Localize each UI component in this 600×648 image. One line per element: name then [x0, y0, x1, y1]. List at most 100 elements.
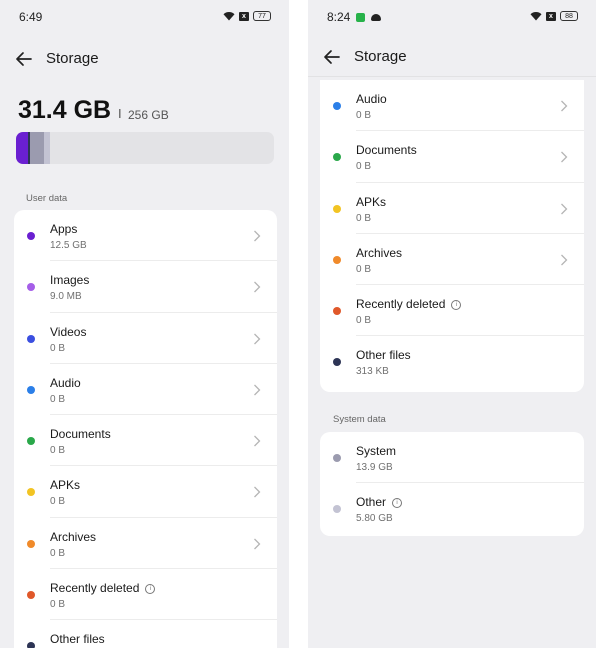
item-label: Recently deleted i [356, 297, 462, 312]
list-item[interactable]: Documents 0 B [320, 131, 584, 183]
status-icons: x 88 [530, 11, 578, 21]
item-label: Recently deleted i [50, 581, 156, 595]
chevron-right-icon [561, 203, 568, 215]
item-label-text: Archives [50, 529, 97, 544]
category-color-dot [333, 454, 341, 462]
page-title: Storage [46, 50, 99, 67]
item-size: 9.0 MB [50, 291, 82, 303]
item-label-text: Images [50, 273, 90, 288]
back-arrow-icon[interactable] [14, 47, 34, 71]
category-color-dot [27, 232, 35, 240]
info-icon[interactable]: i [451, 300, 462, 311]
category-color-dot [333, 153, 341, 162]
header-divider [308, 76, 596, 77]
item-label-text: Other files [356, 348, 411, 363]
status-bar: 6:49 x 77 [0, 10, 289, 26]
chevron-right-icon [561, 151, 568, 163]
item-size: 0 B [50, 547, 66, 559]
info-icon[interactable]: i [145, 583, 156, 594]
battery-icon: 77 [253, 11, 271, 21]
chevron-right-icon [561, 100, 568, 112]
item-label-text: Recently deleted [356, 297, 446, 312]
left-screen: 6:49 x 77 Storage 31.4 GB I 256 GB User … [0, 0, 289, 648]
item-size: 0 B [50, 599, 66, 611]
list-item[interactable]: Documents 0 B [14, 415, 277, 467]
item-label: Images [50, 273, 89, 287]
x-box-icon: x [546, 11, 556, 21]
x-box-icon: x [239, 11, 249, 21]
system-data-card: System 13.9 GB Other i 5.80 GB [320, 432, 584, 536]
item-label: Documents [356, 143, 417, 157]
page-title: Storage [354, 48, 407, 65]
item-label: Other files [50, 632, 105, 646]
chevron-right-icon [254, 435, 261, 447]
list-item[interactable]: Videos 0 B [14, 313, 277, 364]
category-color-dot [333, 102, 341, 110]
category-color-dot [333, 255, 341, 264]
item-label-text: System [356, 444, 397, 458]
usage-segment-apps [16, 132, 28, 164]
list-item[interactable]: System 13.9 GB [320, 432, 584, 484]
chevron-right-icon [254, 281, 261, 293]
category-color-dot [27, 437, 35, 446]
item-size: 0 B [356, 212, 372, 224]
storage-separator: I [118, 106, 122, 121]
status-time: 6:49 [19, 10, 43, 24]
usage-segment-system [30, 132, 44, 164]
status-icons: x 77 [223, 11, 271, 21]
list-item[interactable]: Apps 12.5 GB [14, 210, 277, 262]
category-color-dot [27, 539, 35, 548]
list-item[interactable]: Other files [14, 620, 277, 648]
usage-segment-other [44, 132, 50, 164]
item-label-text: Documents [50, 427, 111, 442]
chevron-right-icon [254, 333, 261, 345]
item-size: 0 B [356, 263, 372, 275]
item-label-text: APKs [356, 194, 387, 209]
item-label: Videos [50, 325, 86, 339]
list-item[interactable]: APKs 0 B [14, 466, 277, 518]
item-label: System [356, 444, 396, 458]
app-header: Storage [0, 47, 289, 71]
info-icon[interactable]: i [392, 498, 403, 509]
user-data-card: Audio 0 B Documents 0 B APKs 0 B Archives 0 B Re… [320, 80, 584, 392]
category-color-dot [27, 642, 35, 648]
item-size: 13.9 GB [356, 462, 393, 473]
list-item[interactable]: Audio 0 B [320, 80, 584, 132]
item-size: 0 B [356, 110, 372, 121]
list-item[interactable]: Recently deleted i 0 B [14, 569, 277, 621]
list-item[interactable]: APKs 0 B [320, 183, 584, 234]
category-color-dot [27, 488, 35, 497]
list-item[interactable]: Other i 5.80 GB [320, 483, 584, 534]
category-color-dot [27, 283, 35, 292]
category-color-dot [333, 307, 341, 316]
item-label: Apps [50, 222, 77, 236]
chevron-right-icon [254, 384, 261, 396]
item-label-text: Videos [50, 324, 87, 339]
item-label-text: APKs [50, 478, 81, 493]
back-arrow-icon[interactable] [322, 45, 342, 69]
item-size: 0 B [50, 445, 66, 457]
item-size: 0 B [356, 161, 372, 173]
list-item[interactable]: Audio 0 B [14, 364, 277, 416]
list-item[interactable]: Other files 313 KB [320, 336, 584, 387]
status-time: 8:24 [327, 10, 351, 24]
right-screen: 8:24 x 88 Storage Audio 0 B Documents 0 B AP… [308, 0, 596, 648]
chevron-right-icon [254, 230, 261, 242]
category-color-dot [333, 505, 341, 514]
item-label-text: Audio [50, 375, 81, 390]
item-size: 0 B [356, 315, 372, 327]
item-size: 0 B [50, 496, 66, 508]
list-item[interactable]: Recently deleted i 0 B [320, 285, 584, 337]
cloud-icon [371, 14, 382, 22]
list-item[interactable]: Archives 0 B [14, 518, 277, 570]
item-label: Other files [356, 348, 411, 362]
item-label-text: Documents [356, 143, 417, 158]
list-item[interactable]: Images 9.0 MB [14, 261, 277, 313]
list-item[interactable]: Archives 0 B [320, 234, 584, 286]
item-label-text: Other files [50, 632, 105, 647]
item-label: Archives [50, 530, 96, 544]
item-label: APKs [50, 478, 80, 492]
chevron-right-icon [561, 254, 568, 266]
item-label: APKs [356, 195, 386, 209]
category-color-dot [27, 385, 35, 394]
